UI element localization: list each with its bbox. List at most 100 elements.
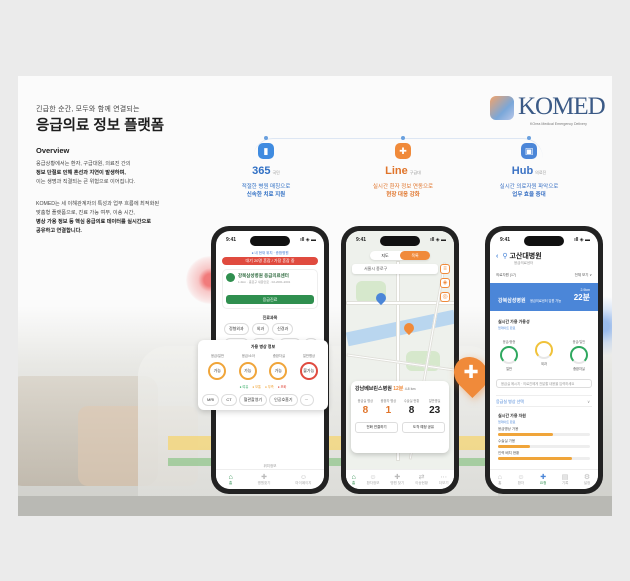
gauge: 외과 xyxy=(533,339,555,371)
map-search-input[interactable]: 서울시 종로구 xyxy=(352,264,438,274)
tab-patient[interactable]: ☺ 환자 xyxy=(517,474,524,486)
resource-bar xyxy=(498,433,554,436)
availability-gauges: 응급/중증 일반 외과 응급/일반 중환자실 xyxy=(498,339,590,371)
tab-bar: ⌂ 홈 ✚ 병원찾기 ☺ 마이페이지 xyxy=(216,469,324,489)
gauge: 응급/중증 일반 xyxy=(498,339,520,371)
tab-more[interactable]: ⋯ 더보기 xyxy=(439,473,449,486)
tab-list[interactable]: 목록 xyxy=(400,251,430,260)
equipment-chips: MRI CT 혈관촬영기 인공호흡기 ··· xyxy=(202,394,324,406)
poster: 긴급한 순간, 모두와 함께 연결되는 응급의료 정보 플랫폼 Overview… xyxy=(18,76,612,516)
equipment-chip[interactable]: 혈관촬영기 xyxy=(238,394,268,406)
page-subtitle: 응급의료센터 xyxy=(514,261,534,265)
availability-section-title: 실시간 가용 가용성 업데이트 완료 xyxy=(498,319,530,330)
status-bar: 9:41 ıll ◈ ▬ xyxy=(356,237,446,243)
plus-icon: ✚ xyxy=(540,474,547,481)
bed-col: 응급/일반 xyxy=(210,354,224,358)
status-icons: ıll ◈ ▬ xyxy=(430,237,446,243)
tab-home[interactable]: ⌂ 홈 xyxy=(228,474,232,486)
status-bar: 9:41 ıll ◈ ▬ xyxy=(226,237,316,243)
phone-screen: 9:41 ıll ◈ ▬ 지도 목록 서울시 종로구 ≡ ◈ ◎ 강남베브린스병원… xyxy=(346,231,454,489)
phone-icon: ▮ xyxy=(258,143,274,159)
department-title: 진료과목 xyxy=(262,315,278,320)
logo-subtitle: KOrea Medical Emergency Delivery xyxy=(530,122,587,126)
location-icon[interactable]: ◎ xyxy=(440,292,450,302)
tab-map[interactable]: 지도 xyxy=(370,251,400,260)
feature-line: ✚ Line 구급대 실시간 환자 정보 연동으로 현장 대응 강화 xyxy=(358,136,448,199)
department-chip[interactable]: 정형외과 xyxy=(224,323,249,335)
resource-count: 의료자원 (17) xyxy=(496,273,517,277)
gauge: 응급/일반 중환자실 xyxy=(568,339,590,371)
resource-bar xyxy=(498,457,572,460)
hospital-card[interactable]: 강북삼성병원 응급의료센터 1.2km · 종로구 새문안로 · 02-2001… xyxy=(222,269,318,309)
gear-icon: ⚙ xyxy=(583,474,591,481)
emergency-call-button[interactable]: 응급진료 xyxy=(226,295,314,304)
tab-request[interactable]: ✚ 요청 xyxy=(540,473,546,486)
background-road xyxy=(18,496,612,516)
resource-section-title: 실시간 가용 자원 업데이트 완료 xyxy=(498,413,526,424)
hospital-summary-card[interactable]: 강남베브린스병원 12분 4.8 km 응급실 병상 8 중환자 병상 1 수술실 … xyxy=(351,381,449,453)
eta: 12분 xyxy=(393,386,404,392)
plus-icon: ✚ xyxy=(463,362,479,382)
call-button[interactable]: 전화 연결하기 xyxy=(355,422,398,433)
tab-find-hospital[interactable]: ✚ 병원찾기 xyxy=(258,473,271,486)
incoming-hospital-banner[interactable]: 강북삼성병원 응급의료센터 입원 가능 2.9km 22분 xyxy=(490,283,598,311)
tab-mypage[interactable]: ☺ 마이페이지 xyxy=(295,474,311,486)
komed-logo: KOMED KOrea Medical Emergency Delivery xyxy=(490,92,610,132)
tab-bar: ⌂ 홈 ☺ 환자 ✚ 요청 ▤ 기록 ⚙ 설정 xyxy=(490,469,598,489)
hospital-name: 강북삼성병원 응급의료센터 xyxy=(238,273,289,278)
tab-transfer[interactable]: ⇄ 이송현황 xyxy=(415,473,428,486)
capacity-value: 23 xyxy=(429,405,441,416)
tab-home[interactable]: ⌂ 홈 xyxy=(498,474,502,486)
bed-status-circle: 불가능 xyxy=(299,362,318,380)
message-input[interactable]: 응급실 메시지 · 의료진에게 전달할 내용을 입력하세요 xyxy=(496,379,592,388)
hospital-icon: ✚ xyxy=(261,474,267,481)
feature-365: ▮ 365 국민 적절한 병원 매칭으로 신속한 치료 지원 xyxy=(221,136,311,199)
hospital-name: 강북삼성병원 xyxy=(498,298,526,304)
tab-hospital[interactable]: ✚ 병원 찾기 xyxy=(390,473,404,486)
equipment-chip[interactable]: CT xyxy=(221,394,237,406)
logo-text: KOMED xyxy=(518,93,606,120)
feature-hub: ▣ Hub 의료진 실시간 의료자원 파악으로 업무 효율 증대 xyxy=(484,136,574,199)
tab-home[interactable]: ⌂ 홈 xyxy=(351,474,355,486)
kicker: 긴급한 순간, 모두와 함께 연결되는 xyxy=(36,106,140,113)
department-chip[interactable]: 신경과 xyxy=(272,323,294,335)
chevron-down-icon: ∨ xyxy=(587,399,590,404)
view-all-dropdown[interactable]: 전체 보기 ∨ xyxy=(575,273,592,278)
hospital-icon xyxy=(226,273,235,282)
list-item: 수술실 가용 xyxy=(498,439,590,448)
layers-icon[interactable]: ◈ xyxy=(440,278,450,288)
document-icon: ▤ xyxy=(561,474,569,481)
tab-patient[interactable]: ☺ 환자정보 xyxy=(367,474,380,486)
department-chip[interactable]: 외과 xyxy=(251,323,270,335)
equipment-chip[interactable]: MRI xyxy=(202,394,220,406)
resource-bar xyxy=(498,445,531,448)
distance: 2.9km xyxy=(580,288,590,292)
transfer-icon: ⇄ xyxy=(418,474,425,481)
back-icon[interactable]: ‹ xyxy=(496,253,498,260)
filter-icon[interactable]: ≡ xyxy=(440,264,450,274)
tab-records[interactable]: ▤ 기록 xyxy=(562,473,569,486)
equipment-chip[interactable]: 인공호흡기 xyxy=(269,394,298,406)
overview-title: Overview xyxy=(36,146,70,155)
bed-status-circle: 가능 xyxy=(208,362,227,380)
resource-list: 응급병상 가용 수술실 가용 인력 배치 현황 xyxy=(498,427,590,463)
bed-select[interactable]: 응급실 병상 선택 ∨ xyxy=(496,395,592,407)
status-bar: 9:41 ıll ◈ ▬ xyxy=(500,237,590,243)
feature-desc: 실시간 의료자원 파악으로 xyxy=(499,184,559,190)
tab-settings[interactable]: ⚙ 설정 xyxy=(584,473,590,486)
more-chip[interactable]: ··· xyxy=(299,394,314,406)
share-eta-button[interactable]: 도착 예정 공유 xyxy=(402,422,445,433)
phone-hub: 9:41 ıll ◈ ▬ ‹ ⚲ 고산대병원 응급의료센터 의료자원 (17) 전체 … xyxy=(485,226,603,494)
feature-dot xyxy=(527,136,531,140)
map-river xyxy=(346,309,454,347)
feature-tag: 의료진 xyxy=(535,170,547,175)
hospital-tag: 응급의료센터 입원 가능 xyxy=(530,299,562,303)
capacity-value: 8 xyxy=(362,405,369,416)
feature-title: 365 xyxy=(252,165,271,177)
location-search[interactable]: ● 내 현재 위치 · 종합병원 xyxy=(224,251,316,256)
list-item: 인력 배치 현황 xyxy=(498,451,590,460)
home-icon: ⌂ xyxy=(351,473,356,481)
page: 긴급한 순간, 모두와 함께 연결되는 응급의료 정보 플랫폼 Overview… xyxy=(0,0,630,581)
status-time: 9:41 xyxy=(226,237,237,243)
status-icons: ıll ◈ ▬ xyxy=(574,237,590,243)
